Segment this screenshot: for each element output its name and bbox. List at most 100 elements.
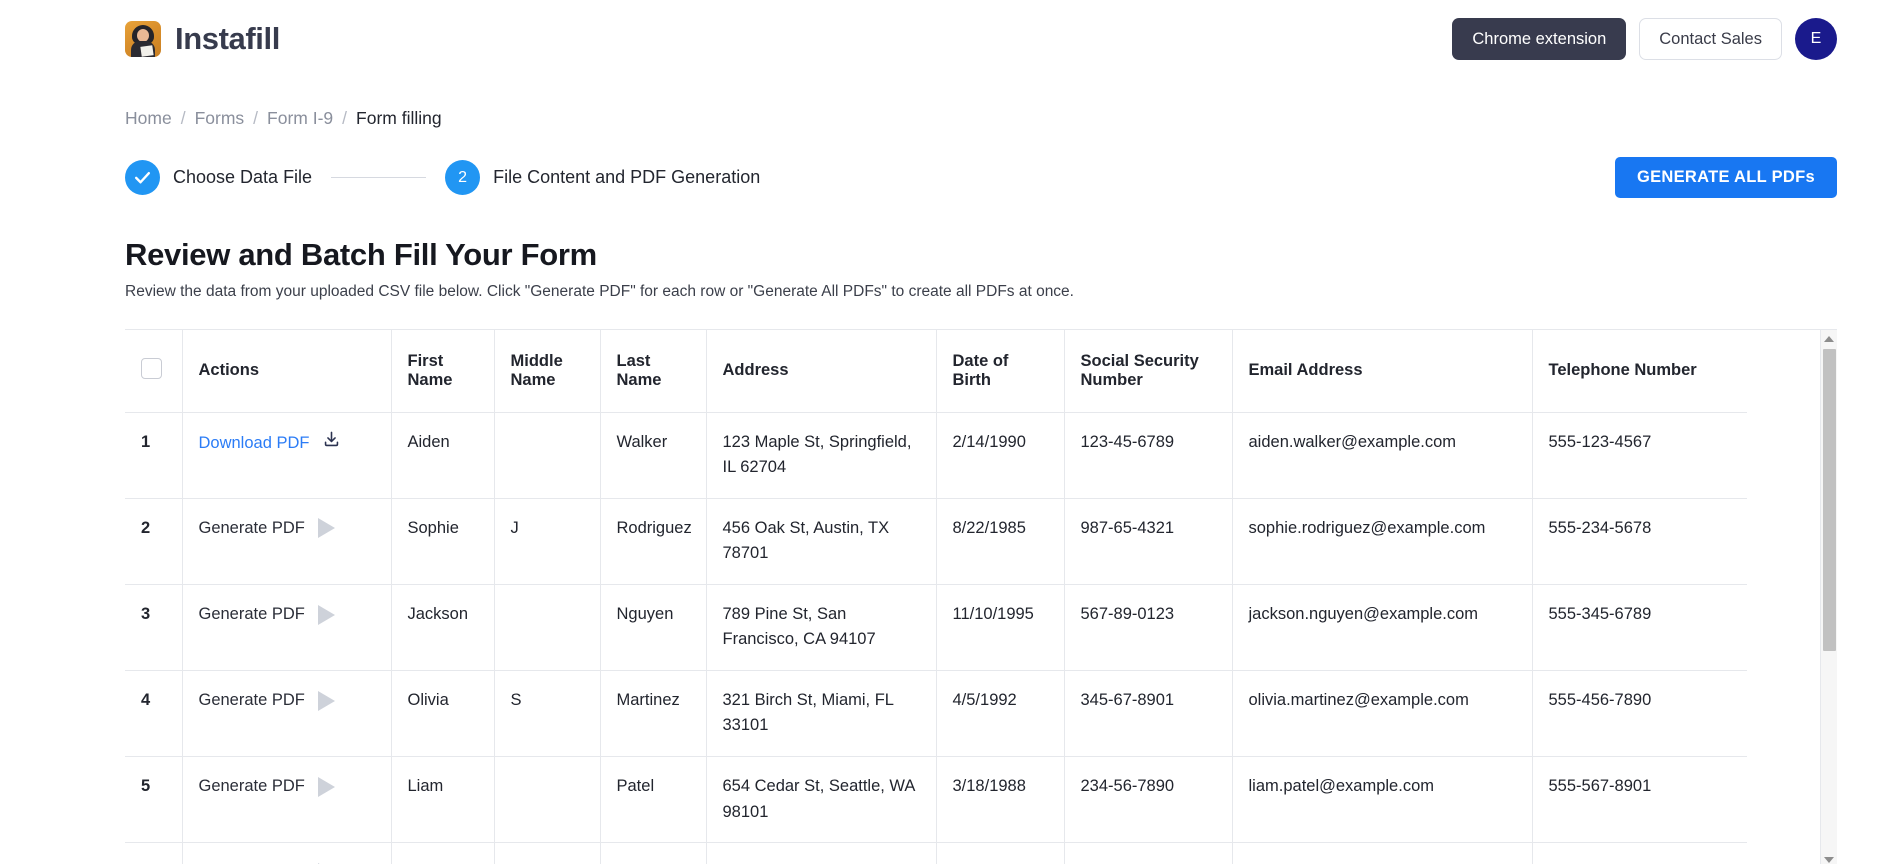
- stepper-connector: [331, 177, 427, 178]
- cell-first-name: Olivia: [391, 670, 495, 758]
- step-choose-data-file[interactable]: Choose Data File: [125, 160, 312, 195]
- row-action-cell: Generate PDF: [182, 756, 392, 844]
- row-index: 5: [125, 756, 183, 844]
- column-header-address: Address: [706, 330, 937, 413]
- column-header-actions: Actions: [182, 330, 392, 413]
- row-action-cell: Generate PDF: [182, 670, 392, 758]
- table-row: 4 Generate PDF Olivia S Martinez 321 Birch St…: [125, 670, 1747, 758]
- cell-last-name: Patel: [600, 756, 707, 844]
- cell-date-of-birth: 2/14/1990: [936, 412, 1065, 499]
- generate-all-pdfs-button[interactable]: GENERATE ALL PDFs: [1614, 157, 1837, 198]
- play-icon[interactable]: [317, 604, 335, 625]
- cell-address: 789 Pine St, San Francisco, CA 94107: [706, 584, 937, 671]
- instafill-avatar-logo-icon: [125, 21, 161, 57]
- cell-date-of-birth: 6/21/1993: [936, 842, 1065, 864]
- cell-first-name: Aiden: [391, 412, 495, 499]
- data-table-container: Actions First Name Middle Name Last Name…: [125, 329, 1837, 864]
- cell-last-name: Rodriguez: [600, 498, 707, 585]
- top-header-bar: Instafill Chrome extension Contact Sales…: [0, 0, 1894, 78]
- generate-pdf-label[interactable]: Generate PDF: [199, 688, 305, 714]
- page-subtitle: Review the data from your uploaded CSV f…: [125, 283, 1074, 300]
- generate-pdf-label[interactable]: Generate PDF: [199, 774, 305, 800]
- check-circle-icon: [125, 160, 160, 195]
- step-number-badge: 2: [445, 160, 481, 195]
- brand-name: Instafill: [175, 21, 280, 56]
- data-table-scroll-area: Actions First Name Middle Name Last Name…: [125, 330, 1820, 864]
- cell-middle-name: J: [494, 498, 601, 585]
- cell-social-security-number: 345-67-8901: [1064, 670, 1233, 758]
- column-header-social-security-number: Social Security Number: [1064, 330, 1233, 413]
- cell-middle-name: [494, 412, 601, 499]
- table-vertical-scrollbar[interactable]: [1820, 330, 1837, 864]
- cell-social-security-number: 234-56-7890: [1064, 756, 1233, 844]
- cell-first-name: Jackson: [391, 584, 495, 671]
- step-file-content-pdf-generation[interactable]: 2 File Content and PDF Generation: [445, 160, 760, 195]
- breadcrumb-separator: /: [180, 108, 186, 128]
- cell-address: 321 Birch St, Miami, FL 33101: [706, 670, 937, 758]
- table-row: 5 Generate PDF Liam Patel 654 Cedar St, Seat…: [125, 756, 1747, 844]
- cell-middle-name: [494, 842, 601, 864]
- breadcrumb-separator: /: [253, 108, 259, 128]
- play-icon[interactable]: [317, 776, 335, 797]
- cell-address: 987 Walnut St, Boston, MA 02108: [706, 842, 937, 864]
- play-icon[interactable]: [317, 518, 335, 539]
- cell-date-of-birth: 3/18/1988: [936, 756, 1065, 844]
- cell-address: 456 Oak St, Austin, TX 78701: [706, 498, 937, 585]
- page-title: Review and Batch Fill Your Form: [125, 237, 597, 272]
- breadcrumb-item-form-i9[interactable]: Form I-9: [267, 108, 333, 129]
- cell-last-name: Li: [600, 842, 707, 864]
- select-all-checkbox[interactable]: [141, 357, 162, 379]
- contact-sales-button[interactable]: Contact Sales: [1639, 18, 1782, 60]
- cell-date-of-birth: 4/5/1992: [936, 670, 1065, 758]
- cell-email-address: emma.li@example.com: [1232, 842, 1533, 864]
- cell-email-address: aiden.walker@example.com: [1232, 412, 1533, 499]
- row-index: 1: [125, 412, 183, 499]
- generate-pdf-label[interactable]: Generate PDF: [199, 860, 305, 864]
- step-label-choose-data-file: Choose Data File: [173, 167, 313, 187]
- breadcrumb-separator: /: [342, 108, 348, 128]
- table-row: 2 Generate PDF Sophie J Rodriguez 456 Oak St,…: [125, 498, 1747, 585]
- breadcrumb: Home / Forms / Form I-9 / Form filling: [125, 108, 1837, 129]
- play-icon[interactable]: [317, 690, 335, 711]
- cell-social-security-number: 987-65-4321: [1064, 498, 1233, 585]
- cell-social-security-number: 876-54-3210: [1064, 842, 1233, 864]
- cell-telephone-number: 555-123-4567: [1532, 412, 1747, 499]
- table-header-row: Actions First Name Middle Name Last Name…: [125, 330, 1747, 413]
- cell-first-name: Emma: [391, 842, 495, 864]
- header-actions: Chrome extension Contact Sales E: [1452, 18, 1837, 60]
- cell-email-address: jackson.nguyen@example.com: [1232, 584, 1533, 671]
- scroll-up-arrow-icon[interactable]: [1821, 330, 1837, 347]
- chrome-extension-button[interactable]: Chrome extension: [1452, 18, 1627, 60]
- column-header-first-name: First Name: [391, 330, 495, 413]
- breadcrumb-item-forms[interactable]: Forms: [195, 108, 245, 129]
- table-body: 1 Download PDF Aiden Walker 123 Maple St, Sp…: [125, 412, 1747, 864]
- brand-logo-group[interactable]: Instafill: [125, 21, 280, 57]
- cell-date-of-birth: 8/22/1985: [936, 498, 1065, 585]
- cell-last-name: Nguyen: [600, 584, 707, 671]
- breadcrumb-item-form-filling: Form filling: [356, 108, 442, 128]
- row-index: 2: [125, 498, 183, 585]
- cell-social-security-number: 567-89-0123: [1064, 584, 1233, 671]
- breadcrumb-item-home[interactable]: Home: [125, 108, 172, 129]
- scroll-down-arrow-icon[interactable]: [1821, 851, 1837, 864]
- table-row: 3 Generate PDF Jackson Nguyen 789 Pine St, S…: [125, 584, 1747, 671]
- row-index: 4: [125, 670, 183, 758]
- row-action-cell: Generate PDF: [182, 584, 392, 671]
- generate-pdf-label[interactable]: Generate PDF: [199, 516, 305, 542]
- cell-last-name: Walker: [600, 412, 707, 499]
- row-action-cell: Generate PDF: [182, 842, 392, 864]
- select-all-header: [125, 330, 183, 413]
- cell-telephone-number: 555-567-8901: [1532, 756, 1747, 844]
- scrollbar-thumb[interactable]: [1823, 349, 1836, 651]
- download-icon[interactable]: [322, 430, 341, 458]
- cell-address: 123 Maple St, Springfield, IL 62704: [706, 412, 937, 499]
- cell-middle-name: [494, 756, 601, 844]
- row-action-cell: Download PDF: [182, 412, 392, 499]
- column-header-last-name: Last Name: [600, 330, 707, 413]
- generate-pdf-label[interactable]: Generate PDF: [199, 602, 305, 628]
- table-row: 1 Download PDF Aiden Walker 123 Maple St, Sp…: [125, 412, 1747, 499]
- cell-social-security-number: 123-45-6789: [1064, 412, 1233, 499]
- table-header: Actions First Name Middle Name Last Name…: [125, 330, 1747, 413]
- download-pdf-link[interactable]: Download PDF: [199, 431, 310, 457]
- user-avatar[interactable]: E: [1795, 18, 1837, 60]
